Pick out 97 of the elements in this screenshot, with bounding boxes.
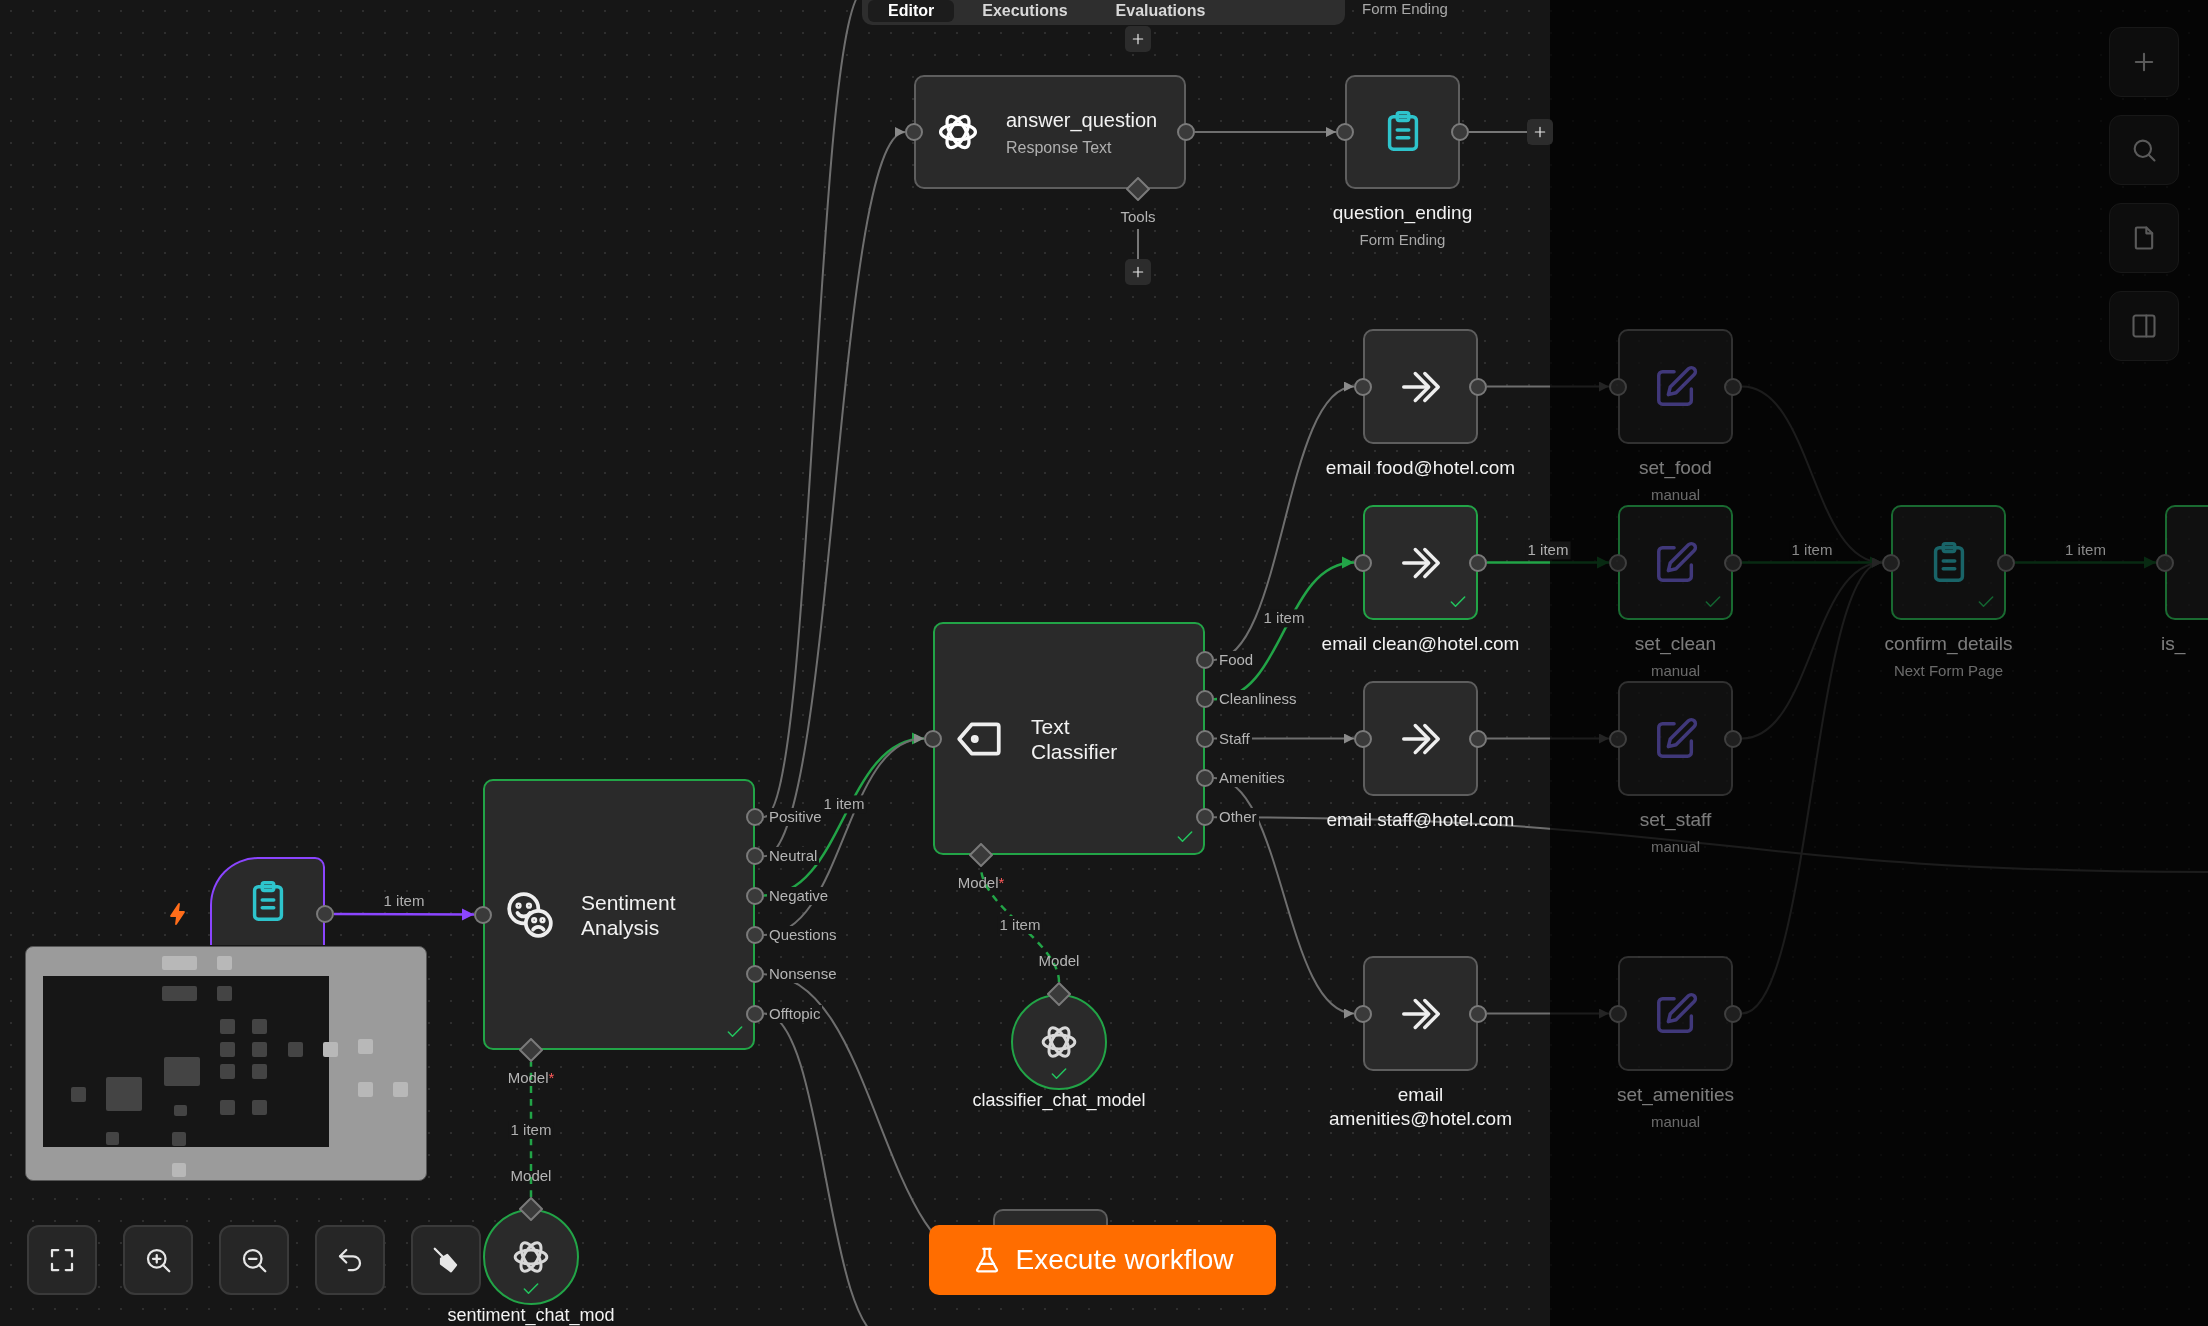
input-port[interactable] <box>1354 1004 1372 1023</box>
node-title: confirm_details <box>1884 632 2013 656</box>
node-title: set_amenities <box>1616 1083 1735 1107</box>
model-port[interactable] <box>1126 177 1150 201</box>
input-port[interactable] <box>905 123 923 141</box>
tab[interactable]: Editor <box>868 0 955 22</box>
workflow-node[interactable]: Sentiment Analysis <box>483 779 755 1050</box>
undo-button[interactable] <box>315 1225 385 1295</box>
node-title: is_ <box>2161 632 2186 656</box>
model-port[interactable] <box>1047 982 1071 1006</box>
node-subtitle: manual <box>1650 838 1701 856</box>
edge-label: 1 item <box>1261 609 1307 628</box>
node-subtitle: manual <box>1650 486 1701 504</box>
input-port[interactable] <box>1609 1004 1627 1023</box>
output-port[interactable] <box>1196 808 1214 827</box>
add-button[interactable] <box>1125 26 1151 52</box>
workflow-node[interactable] <box>1363 329 1478 444</box>
workflow-node[interactable] <box>1618 681 1733 796</box>
node-subtitle: manual <box>1650 1113 1701 1131</box>
workflow-node[interactable]: Text Classifier <box>933 622 1205 855</box>
node-title: sentiment_chat_mod <box>447 1306 615 1324</box>
output-label: Other <box>1217 808 1259 827</box>
port-label: Model* <box>957 874 1005 892</box>
fit-view-button[interactable] <box>27 1225 97 1295</box>
workflow-node[interactable] <box>1618 956 1733 1071</box>
workflow-node[interactable] <box>993 1209 1108 1225</box>
workflow-node[interactable] <box>1363 681 1478 796</box>
input-port[interactable] <box>1336 123 1354 141</box>
node-title: set_staff <box>1639 808 1712 832</box>
model-port[interactable] <box>519 1197 543 1221</box>
output-label: Questions <box>767 925 839 944</box>
node-title: question_ending <box>1332 201 1473 225</box>
input-port[interactable] <box>924 729 942 748</box>
node-title: email staff@hotel.com <box>1326 808 1515 832</box>
input-port[interactable] <box>1609 729 1627 748</box>
minimap[interactable] <box>25 946 427 1181</box>
plus-icon <box>1532 124 1548 140</box>
output-port[interactable] <box>746 847 764 866</box>
sticky-note-button[interactable] <box>2109 203 2179 273</box>
zoom-out-button[interactable] <box>219 1225 289 1295</box>
node-title: email amenities@hotel.com <box>1328 1083 1513 1131</box>
node-subtitle: Form Ending <box>1359 231 1446 249</box>
tab[interactable]: Evaluations <box>1095 0 1226 22</box>
add-button[interactable] <box>1527 119 1553 145</box>
output-port[interactable] <box>316 905 334 923</box>
output-port[interactable] <box>1451 123 1469 141</box>
node-title: set_food <box>1639 456 1712 480</box>
edge-label: 1 item <box>997 915 1043 934</box>
add-button[interactable] <box>1125 259 1151 285</box>
edge-label: 1 item <box>1525 540 1571 559</box>
workflow-node[interactable] <box>1363 956 1478 1071</box>
add-node-button[interactable] <box>2109 27 2179 97</box>
node-subtitle: Response Text <box>1006 138 1113 157</box>
model-port[interactable] <box>519 1038 543 1062</box>
workflow-node[interactable] <box>210 857 325 945</box>
tab[interactable]: Executions <box>962 0 1088 22</box>
node-title: email food@hotel.com <box>1325 456 1516 480</box>
node-subtitle: Form Ending <box>1362 0 1448 18</box>
panel-toggle-button[interactable] <box>2109 291 2179 361</box>
node-title: answer_question <box>1006 107 1158 133</box>
input-port[interactable] <box>1354 377 1372 396</box>
workflow-node[interactable] <box>1363 505 1478 620</box>
output-label: Offtopic <box>767 1004 823 1023</box>
plus-icon <box>1130 31 1146 47</box>
faces-icon <box>505 889 555 940</box>
output-port[interactable] <box>1196 690 1214 709</box>
node-title: Sentiment Analysis <box>581 889 677 940</box>
node-subtitle: Next Form Page <box>1893 662 2004 680</box>
model-port[interactable] <box>969 843 993 867</box>
output-port[interactable] <box>1196 651 1214 669</box>
node-title: set_clean <box>1634 632 1717 656</box>
output-port[interactable] <box>746 808 764 826</box>
output-port[interactable] <box>746 965 764 984</box>
node-title: classifier_chat_model <box>972 1091 1146 1109</box>
node-title: Text Classifier <box>1031 713 1119 764</box>
panel-icon <box>2130 312 2158 340</box>
input-port[interactable] <box>1882 553 1900 572</box>
input-port[interactable] <box>1609 377 1627 396</box>
port-label: Model* <box>507 1069 555 1087</box>
plus-icon <box>1130 264 1146 280</box>
workflow-node[interactable] <box>1345 75 1460 189</box>
output-label: Negative <box>767 886 831 905</box>
input-port[interactable] <box>474 905 492 924</box>
port-label: Model <box>1038 952 1080 970</box>
tidy-up-button[interactable] <box>411 1225 481 1295</box>
output-port[interactable] <box>1177 123 1195 141</box>
workflow-node[interactable]: answer_question Response Text <box>914 75 1186 189</box>
workflow-node[interactable] <box>1618 329 1733 444</box>
node-title: email clean@hotel.com <box>1321 632 1520 656</box>
input-port[interactable] <box>1354 553 1372 572</box>
port-label: Tools <box>1120 208 1156 226</box>
input-port[interactable] <box>1354 729 1372 748</box>
zoom-in-button[interactable] <box>123 1225 193 1295</box>
port-label: Model <box>510 1167 552 1185</box>
node-subtitle: manual <box>1650 662 1701 680</box>
input-port[interactable] <box>2156 553 2174 572</box>
input-port[interactable] <box>1609 553 1627 572</box>
